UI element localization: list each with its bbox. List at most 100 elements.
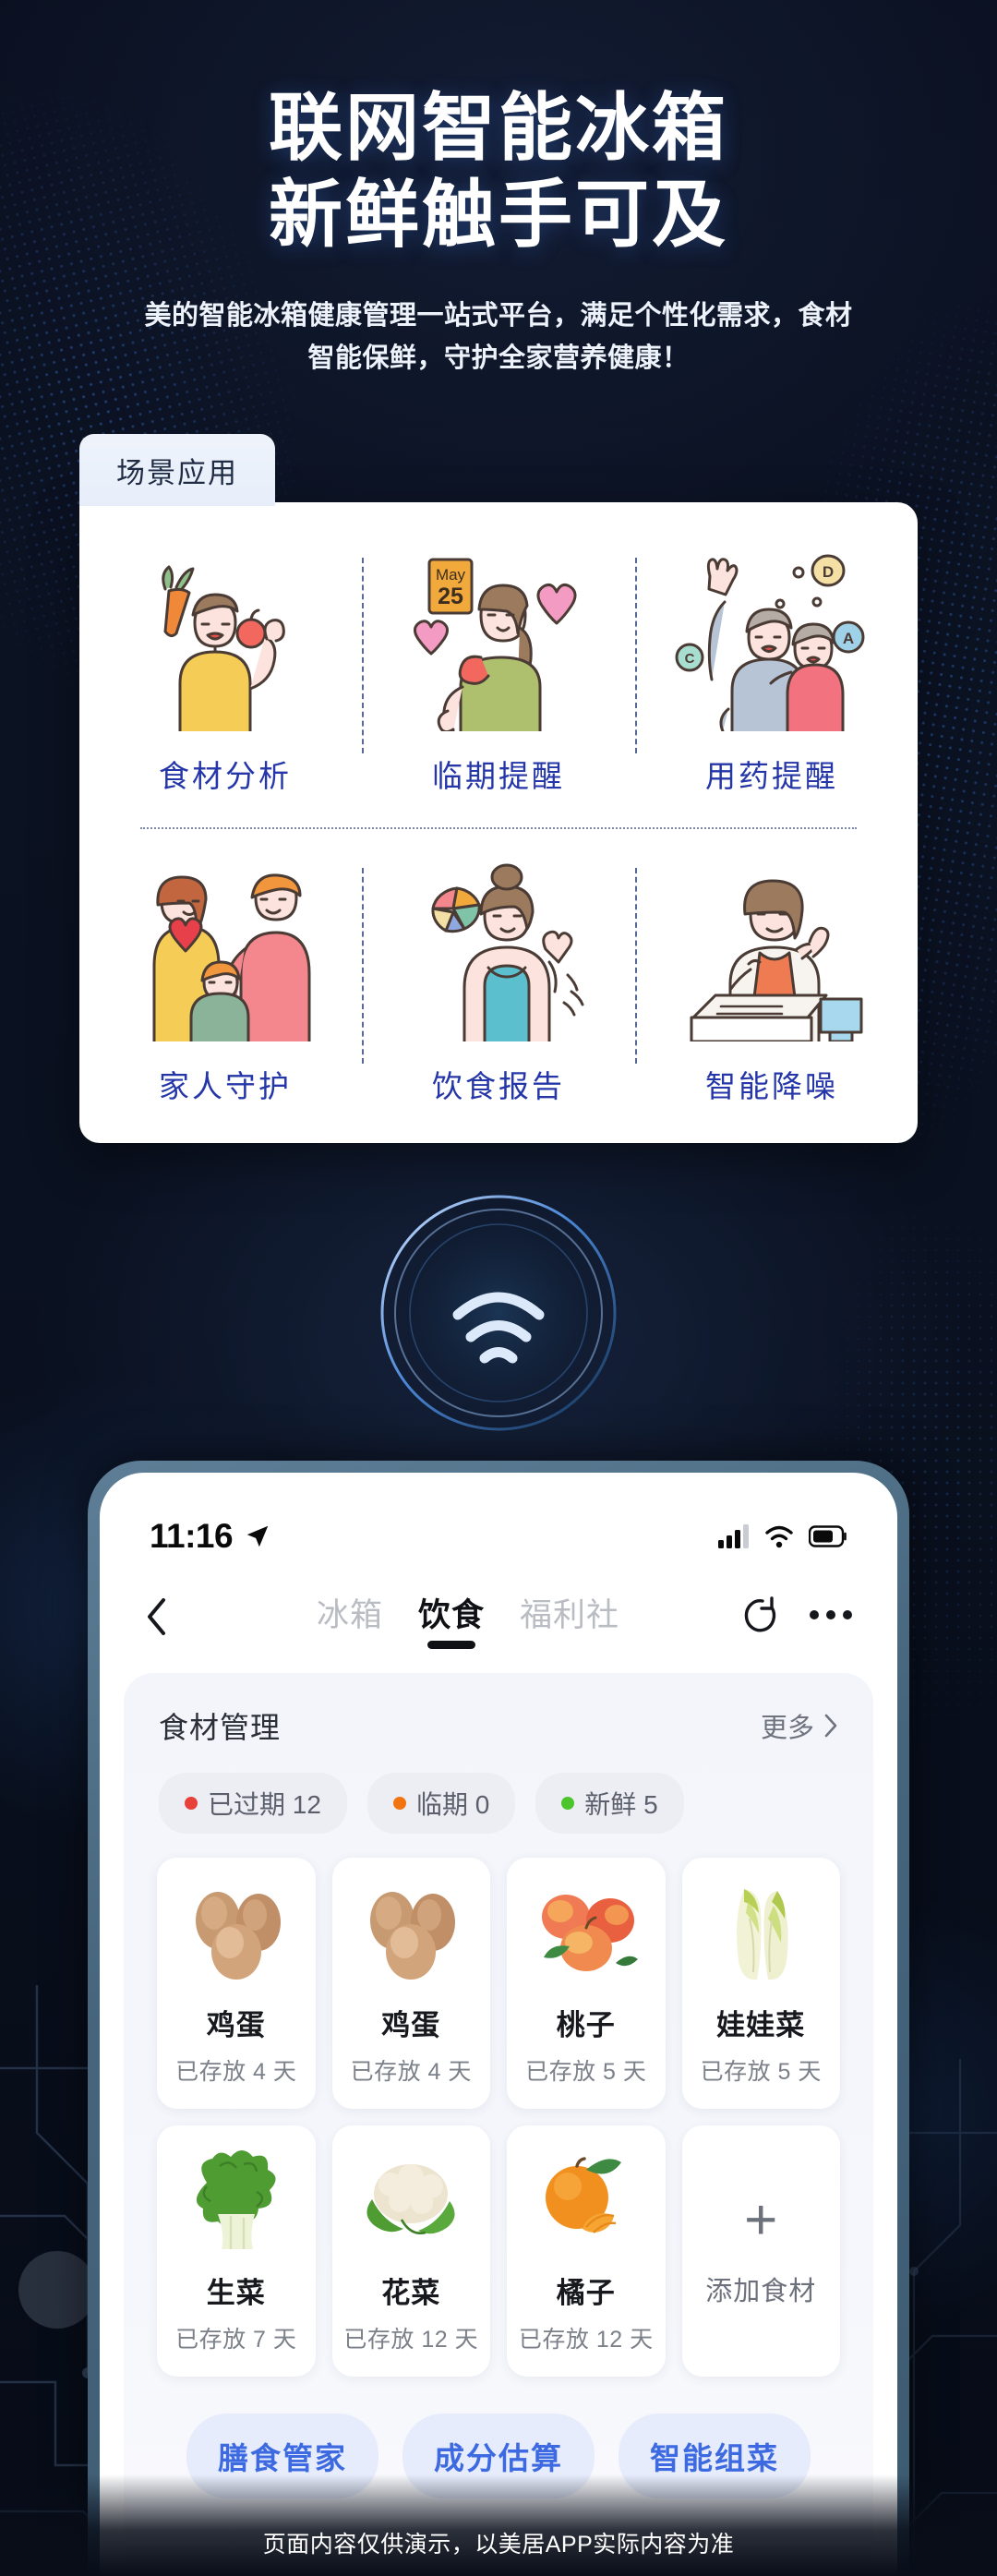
smart-noise-reduction-illustration: [643, 861, 901, 1041]
action-meal-steward[interactable]: 膳食管家: [186, 2413, 378, 2498]
section-title: 食材管理: [159, 1711, 282, 1744]
food-card-eggs-2[interactable]: 鸡蛋 已存放 4 天: [331, 1858, 490, 2109]
more-label: 更多: [760, 1714, 814, 1743]
tab-fridge[interactable]: 冰箱: [317, 1589, 383, 1649]
scene-item-label: 饮食报告: [432, 1068, 565, 1103]
food-days: 已存放 12 天: [343, 2327, 479, 2353]
chevron-right-icon: [824, 1714, 837, 1738]
food-days: 已存放 7 天: [175, 2327, 297, 2353]
add-food-card[interactable]: + 添加食材: [681, 2125, 840, 2377]
phone-screen: 11:16 冰箱 饮食 福利社 食材管理 更多 已过期 12 临期 0 新鲜 5…: [100, 1473, 897, 2576]
more-dots-icon[interactable]: [809, 1606, 853, 1624]
scene-item-label: 智能降噪: [705, 1068, 838, 1103]
add-food-label: 添加食材: [705, 2277, 817, 2306]
phone-nav-bar: 冰箱 饮食 福利社: [100, 1561, 897, 1649]
peach-image: [529, 1878, 643, 1987]
chip-label: 新鲜 5: [584, 1790, 658, 1819]
baby-cabbage-image: [703, 1878, 818, 1987]
page-title-line-1: 联网智能冰箱: [269, 87, 728, 169]
calendar-month-text: May: [436, 566, 466, 584]
page-subtitle: 美的智能冰箱健康管理一站式平台，满足个性化需求，食材智能保鲜，守护全家营养健康！: [144, 300, 853, 374]
food-analysis-illustration: [96, 550, 354, 731]
food-management-header: 食材管理 更多: [150, 1704, 847, 1747]
wifi-emblem-section: [0, 1174, 997, 1435]
food-days: 已存放 4 天: [175, 2059, 297, 2085]
diet-report-illustration: [369, 861, 628, 1041]
nav-actions: [740, 1595, 853, 1644]
promo-page: 联网智能冰箱 新鲜触手可及 美的智能冰箱健康管理一站式平台，满足个性化需求，食材…: [0, 0, 997, 2576]
footer-disclaimer: 页面内容仅供演示，以美居APP实际内容为准: [262, 2532, 735, 2558]
tangerine-image: [529, 2146, 643, 2255]
scene-item-smart-noise-reduction[interactable]: 智能降噪: [635, 861, 908, 1106]
location-arrow-icon: [246, 1525, 269, 1547]
wifi-rings-icon: [377, 1190, 620, 1435]
eggs-image: [354, 1878, 468, 1987]
food-name: 娃娃菜: [716, 2009, 806, 2041]
cauliflower-image: [354, 2146, 468, 2255]
action-nutrition-estimate[interactable]: 成分估算: [402, 2413, 595, 2498]
page-title-line-2: 新鲜触手可及: [269, 174, 728, 257]
family-care-illustration: [96, 861, 354, 1041]
scene-application-section: 场景应用 食材分析 May 25 临期提醒 D A C 用药提醒 家人守护 饮食…: [79, 433, 918, 1143]
scene-section-tab: 场景应用: [79, 433, 275, 506]
phone-mockup: 11:16 冰箱 饮食 福利社 食材管理 更多 已过期 12 临期 0 新鲜 5…: [88, 1461, 909, 2576]
medication-reminder-illustration: D A C: [643, 550, 901, 731]
vitamin-badge-a: A: [843, 630, 854, 647]
scene-item-expiry-reminder[interactable]: May 25 临期提醒: [362, 550, 635, 796]
chip-expired[interactable]: 已过期 12: [159, 1773, 347, 1834]
vitamin-badge-c: C: [685, 651, 695, 667]
food-card-cauliflower[interactable]: 花菜 已存放 12 天: [331, 2125, 490, 2377]
plus-icon: +: [744, 2188, 778, 2252]
action-smart-dish-combo[interactable]: 智能组菜: [619, 2413, 811, 2498]
food-card-lettuce[interactable]: 生菜 已存放 7 天: [157, 2125, 316, 2377]
expiry-reminder-illustration: May 25: [369, 550, 628, 731]
food-name: 鸡蛋: [381, 2009, 441, 2041]
scene-item-food-analysis[interactable]: 食材分析: [89, 550, 362, 796]
more-link[interactable]: 更多: [761, 1706, 838, 1745]
food-item-grid: 鸡蛋 已存放 4 天 鸡蛋 已存放 4 天 桃子 已存放 5 天 娃娃菜 已存放…: [157, 1858, 840, 2377]
scene-row-2: 家人守护 饮食报告 智能降噪: [89, 861, 908, 1106]
food-days: 已存放 5 天: [700, 2059, 822, 2085]
wifi-icon: [765, 1525, 793, 1548]
diet-content-panel: 食材管理 更多 已过期 12 临期 0 新鲜 5 鸡蛋 已存放 4 天 鸡蛋 已…: [124, 1673, 873, 2576]
food-name: 鸡蛋: [206, 2009, 266, 2041]
scene-item-family-care[interactable]: 家人守护: [89, 861, 362, 1106]
scene-item-diet-report[interactable]: 饮食报告: [362, 861, 635, 1106]
refresh-icon[interactable]: [740, 1595, 781, 1635]
scene-row-1: 食材分析 May 25 临期提醒 D A C 用药提醒: [89, 550, 908, 796]
food-card-baby-cabbage[interactable]: 娃娃菜 已存放 5 天: [681, 1858, 840, 2109]
tab-diet[interactable]: 饮食: [418, 1589, 485, 1649]
chip-fresh[interactable]: 新鲜 5: [535, 1773, 684, 1834]
food-name: 生菜: [206, 2277, 266, 2309]
lettuce-image: [179, 2146, 294, 2255]
status-time: 11:16: [150, 1517, 234, 1555]
food-days: 已存放 12 天: [518, 2327, 654, 2353]
food-card-peach[interactable]: 桃子 已存放 5 天: [507, 1858, 666, 2109]
food-days: 已存放 4 天: [350, 2059, 472, 2085]
food-days: 已存放 5 天: [525, 2059, 647, 2085]
tab-welfare[interactable]: 福利社: [520, 1589, 619, 1649]
scene-item-label: 家人守护: [159, 1068, 292, 1103]
back-button[interactable]: [144, 1595, 196, 1643]
nav-tab-list: 冰箱 饮食 福利社: [196, 1589, 740, 1649]
chip-near-expiry[interactable]: 临期 0: [366, 1773, 516, 1834]
scene-row-divider: [140, 826, 857, 829]
scene-item-label: 临期提醒: [432, 758, 565, 793]
food-card-eggs-1[interactable]: 鸡蛋 已存放 4 天: [157, 1858, 316, 2109]
eggs-image: [179, 1878, 294, 1987]
chevron-left-icon: [148, 1598, 165, 1635]
food-name: 橘子: [556, 2277, 616, 2309]
phone-status-bar: 11:16: [100, 1473, 897, 1561]
food-name: 桃子: [556, 2009, 616, 2041]
freshness-filter-chips: 已过期 12 临期 0 新鲜 5: [159, 1773, 838, 1834]
cellular-signal-icon: [718, 1524, 749, 1548]
food-card-tangerine[interactable]: 橘子 已存放 12 天: [507, 2125, 666, 2377]
scene-item-medication-reminder[interactable]: D A C 用药提醒: [635, 550, 908, 796]
scene-item-label: 用药提醒: [705, 758, 838, 793]
page-title: 联网智能冰箱 新鲜触手可及: [0, 85, 997, 259]
status-bar-left: 11:16: [150, 1517, 271, 1556]
food-name: 花菜: [381, 2277, 441, 2309]
chip-label: 已过期 12: [208, 1790, 321, 1819]
status-bar-right: [718, 1524, 847, 1548]
status-dot-near-expiry: [392, 1797, 406, 1810]
